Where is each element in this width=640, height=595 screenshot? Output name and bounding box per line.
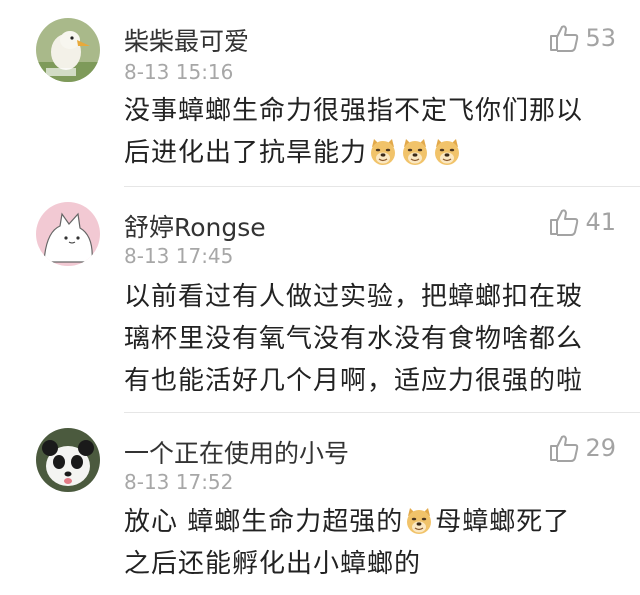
like-count: 53 (585, 24, 616, 52)
comment-line: 放心 蟑螂生命力超强的 母蟑螂死了 (124, 501, 614, 543)
like-button[interactable]: 41 (549, 208, 616, 236)
like-count: 41 (585, 208, 616, 236)
avatar[interactable] (36, 428, 100, 492)
divider (124, 412, 640, 413)
doge-emoji (368, 137, 398, 167)
avatar[interactable] (36, 18, 100, 82)
divider (124, 186, 640, 187)
comment-line: 以前看过有人做过实验，把蟑螂扣在玻 (124, 282, 584, 312)
comment-line-text: 后进化出了抗旱能力 (124, 138, 368, 168)
thumbs-up-icon (549, 208, 579, 236)
doge-emoji (432, 137, 462, 167)
comment-line-text: 放心 蟑螂生命力超强的 (124, 507, 404, 537)
comment-line: 有也能活好几个月啊，适应力很强的啦 (124, 366, 584, 396)
like-count: 29 (585, 434, 616, 462)
thumbs-up-icon (549, 24, 579, 52)
timestamp: 8-13 17:45 (124, 244, 234, 268)
comment-line: 后进化出了抗旱能力 (124, 132, 614, 174)
like-button[interactable]: 29 (549, 434, 616, 462)
comment-line: 璃杯里没有氧气没有水没有食物啥都么 (124, 324, 584, 354)
like-button[interactable]: 53 (549, 24, 616, 52)
comment-line: 之后还能孵化出小蟑螂的 (124, 549, 422, 579)
thumbs-up-icon (549, 434, 579, 462)
timestamp: 8-13 15:16 (124, 60, 234, 84)
comment-text: 放心 蟑螂生命力超强的 母蟑螂死了 之后还能孵化出小蟑螂的 (124, 501, 614, 585)
doge-emoji (404, 506, 434, 536)
doge-emoji (400, 137, 430, 167)
comment-text: 没事蟑螂生命力很强指不定飞你们那以 后进化出了抗旱能力 (124, 90, 614, 174)
username[interactable]: 柴柴最可爱 (124, 22, 249, 58)
timestamp: 8-13 17:52 (124, 470, 234, 494)
avatar[interactable] (36, 202, 100, 266)
comment-line: 没事蟑螂生命力很强指不定飞你们那以 (124, 96, 584, 126)
username[interactable]: 一个正在使用的小号 (124, 434, 349, 470)
comment-text: 以前看过有人做过实验，把蟑螂扣在玻 璃杯里没有氧气没有水没有食物啥都么 有也能活… (124, 276, 614, 402)
username[interactable]: 舒婷Rongse (124, 208, 266, 244)
comment-line-text: 母蟑螂死了 (435, 507, 571, 537)
